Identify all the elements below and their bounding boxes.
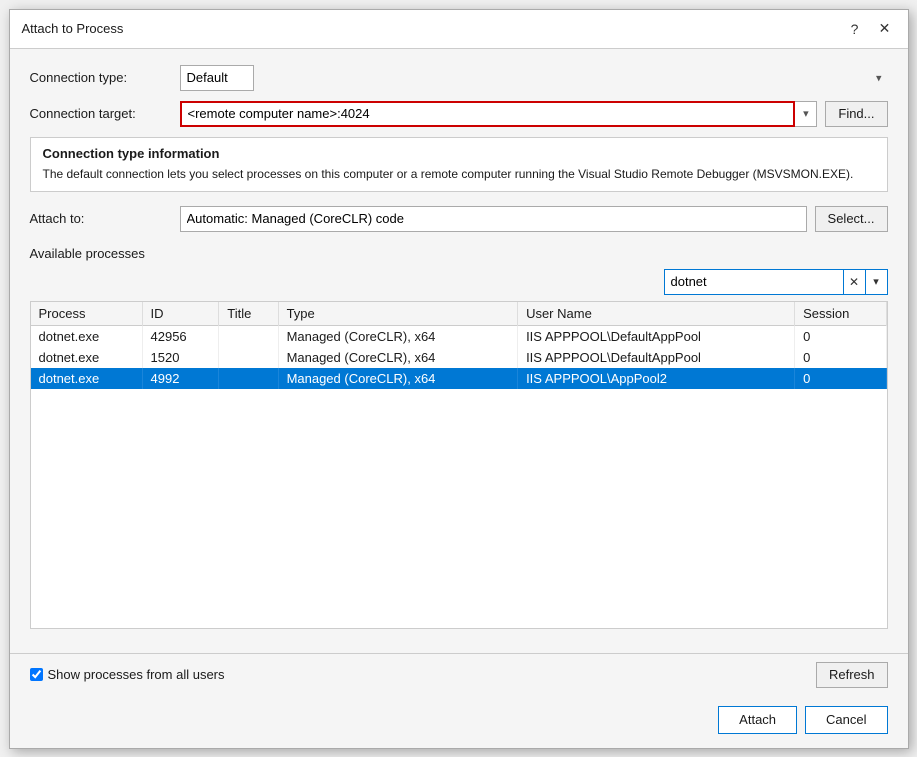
attach-to-process-dialog: Attach to Process ? ✕ Connection type: D… xyxy=(9,9,909,749)
footer-buttons: Attach Cancel xyxy=(10,696,908,748)
cell-3: Managed (CoreCLR), x64 xyxy=(278,368,518,389)
attach-to-row: Attach to: Select... xyxy=(30,206,888,232)
close-button[interactable]: ✕ xyxy=(874,18,896,40)
cell-5: 0 xyxy=(795,325,886,347)
dialog-title: Attach to Process xyxy=(22,21,124,36)
connection-type-info: Connection type information The default … xyxy=(30,137,888,192)
available-processes-label: Available processes xyxy=(30,246,888,261)
show-all-users-label[interactable]: Show processes from all users xyxy=(30,667,225,682)
cell-3: Managed (CoreCLR), x64 xyxy=(278,347,518,368)
col-process: Process xyxy=(31,302,143,326)
cell-0: dotnet.exe xyxy=(31,368,143,389)
connection-target-input-group: ▾ xyxy=(180,101,818,127)
connection-target-dropdown-btn[interactable]: ▾ xyxy=(795,101,817,127)
show-all-users-checkbox[interactable] xyxy=(30,668,43,681)
help-button[interactable]: ? xyxy=(844,18,866,40)
select-button[interactable]: Select... xyxy=(815,206,888,232)
info-text: The default connection lets you select p… xyxy=(43,165,875,183)
dialog-content: Connection type: Default Connection targ… xyxy=(10,49,908,645)
find-button[interactable]: Find... xyxy=(825,101,887,127)
connection-target-control: ▾ Find... xyxy=(180,101,888,127)
cell-2 xyxy=(219,368,278,389)
refresh-button[interactable]: Refresh xyxy=(816,662,888,688)
info-title: Connection type information xyxy=(43,146,875,161)
show-all-users-text: Show processes from all users xyxy=(48,667,225,682)
col-username: User Name xyxy=(518,302,795,326)
connection-target-row: Connection target: ▾ Find... xyxy=(30,101,888,127)
filter-dropdown-button[interactable]: ▾ xyxy=(866,269,888,295)
filter-row: ✕ ▾ xyxy=(30,269,888,295)
bottom-bar: Show processes from all users Refresh xyxy=(10,653,908,696)
cell-4: IIS APPPOOL\AppPool2 xyxy=(518,368,795,389)
filter-clear-button[interactable]: ✕ xyxy=(844,269,866,295)
table-row[interactable]: dotnet.exe1520 Managed (CoreCLR), x64IIS … xyxy=(31,347,887,368)
table-row[interactable]: dotnet.exe4992 Managed (CoreCLR), x64IIS … xyxy=(31,368,887,389)
col-id: ID xyxy=(142,302,219,326)
connection-type-select-wrap: Default xyxy=(180,65,888,91)
process-table-container: Process ID Title Type User Name Session … xyxy=(30,301,888,629)
connection-type-row: Connection type: Default xyxy=(30,65,888,91)
attach-to-control: Select... xyxy=(180,206,888,232)
col-title: Title xyxy=(219,302,278,326)
col-type: Type xyxy=(278,302,518,326)
cell-1: 42956 xyxy=(142,325,219,347)
cell-1: 4992 xyxy=(142,368,219,389)
col-session: Session xyxy=(795,302,886,326)
process-table: Process ID Title Type User Name Session … xyxy=(31,302,887,389)
cell-5: 0 xyxy=(795,368,886,389)
table-header-row: Process ID Title Type User Name Session xyxy=(31,302,887,326)
connection-type-label: Connection type: xyxy=(30,70,180,85)
cell-5: 0 xyxy=(795,347,886,368)
filter-input[interactable] xyxy=(664,269,844,295)
connection-target-input[interactable] xyxy=(180,101,796,127)
table-row[interactable]: dotnet.exe42956 Managed (CoreCLR), x64IIS… xyxy=(31,325,887,347)
connection-target-label: Connection target: xyxy=(30,106,180,121)
cell-4: IIS APPPOOL\DefaultAppPool xyxy=(518,347,795,368)
cell-2 xyxy=(219,325,278,347)
connection-type-control: Default xyxy=(180,65,888,91)
cell-0: dotnet.exe xyxy=(31,347,143,368)
cancel-button[interactable]: Cancel xyxy=(805,706,887,734)
attach-to-input xyxy=(180,206,807,232)
title-bar: Attach to Process ? ✕ xyxy=(10,10,908,49)
attach-button[interactable]: Attach xyxy=(718,706,797,734)
connection-type-select[interactable]: Default xyxy=(180,65,254,91)
cell-1: 1520 xyxy=(142,347,219,368)
cell-2 xyxy=(219,347,278,368)
attach-to-label: Attach to: xyxy=(30,211,180,226)
title-bar-controls: ? ✕ xyxy=(844,18,896,40)
cell-3: Managed (CoreCLR), x64 xyxy=(278,325,518,347)
cell-4: IIS APPPOOL\DefaultAppPool xyxy=(518,325,795,347)
cell-0: dotnet.exe xyxy=(31,325,143,347)
